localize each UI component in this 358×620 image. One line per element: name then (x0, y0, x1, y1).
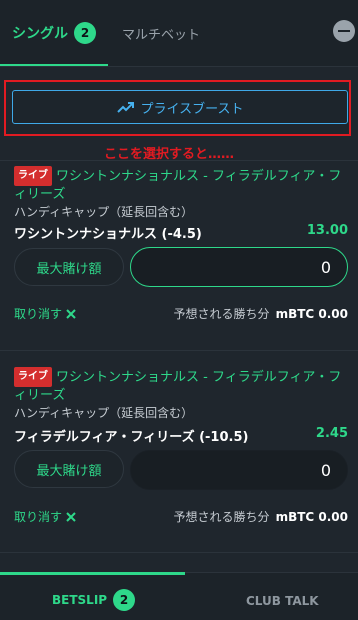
odds-value: 13.00 (306, 223, 348, 238)
market-name: ハンディキャップ（延長回含む） (14, 205, 194, 219)
selection-name: フィラデルフィア・フィリーズ (-10.5) (14, 430, 249, 445)
price-boost-label: プライスブースト (140, 101, 244, 117)
event-title[interactable]: ライブ ワシントンナショナルス - フィラデルフィア・フィリーズ (14, 367, 349, 405)
winnings-value: mBTC 0.00 (275, 510, 348, 524)
tab-multi[interactable]: マルチベット (122, 24, 200, 43)
winnings-label: 予想される勝ち分 (173, 510, 270, 524)
potential-winnings: 予想される勝ち分 mBTC 0.00 (174, 508, 348, 525)
tab-single-label: シングル (12, 26, 68, 42)
tab-club-talk[interactable]: CLUB TALK (246, 594, 319, 608)
active-bottom-tab-indicator (0, 572, 185, 575)
live-badge: ライブ (14, 367, 52, 387)
event-title[interactable]: ライブ ワシントンナショナルス - フィラデルフィア・フィリーズ (14, 166, 349, 204)
cancel-label: 取り消す (14, 307, 63, 321)
max-bet-button[interactable]: 最大賭け額 (14, 450, 124, 488)
divider (0, 160, 358, 161)
close-icon (66, 308, 76, 319)
price-boost-button[interactable]: プライスブースト (12, 90, 348, 124)
live-badge: ライブ (14, 166, 52, 186)
divider (0, 350, 358, 351)
market-name: ハンディキャップ（延長回含む） (14, 406, 194, 420)
cancel-button[interactable]: 取り消す (14, 305, 76, 322)
single-count-badge: 2 (74, 22, 96, 44)
close-icon (66, 511, 76, 522)
winnings-value: mBTC 0.00 (275, 307, 348, 321)
max-bet-button[interactable]: 最大賭け額 (14, 248, 124, 286)
cancel-label: 取り消す (14, 510, 63, 524)
trending-up-icon (116, 102, 134, 113)
divider (0, 66, 358, 67)
stake-input[interactable]: 0 (130, 450, 348, 490)
winnings-label: 予想される勝ち分 (173, 307, 270, 321)
stake-input[interactable]: 0 (130, 247, 348, 287)
selection-name: ワシントンナショナルス (-4.5) (14, 227, 202, 242)
collapse-icon[interactable] (333, 20, 355, 42)
tab-betslip-label: BETSLIP (52, 593, 108, 607)
cancel-button[interactable]: 取り消す (14, 508, 76, 525)
divider (0, 552, 358, 553)
tab-single[interactable]: シングル 2 (12, 22, 96, 44)
tab-betslip[interactable]: BETSLIP 2 (52, 589, 136, 611)
betslip-count-badge: 2 (113, 589, 136, 611)
potential-winnings: 予想される勝ち分 mBTC 0.00 (174, 305, 348, 322)
event-name: ワシントンナショナルス - フィラデルフィア・フィリーズ (14, 370, 342, 403)
event-name: ワシントンナショナルス - フィラデルフィア・フィリーズ (14, 169, 342, 202)
odds-value: 2.45 (315, 426, 348, 441)
